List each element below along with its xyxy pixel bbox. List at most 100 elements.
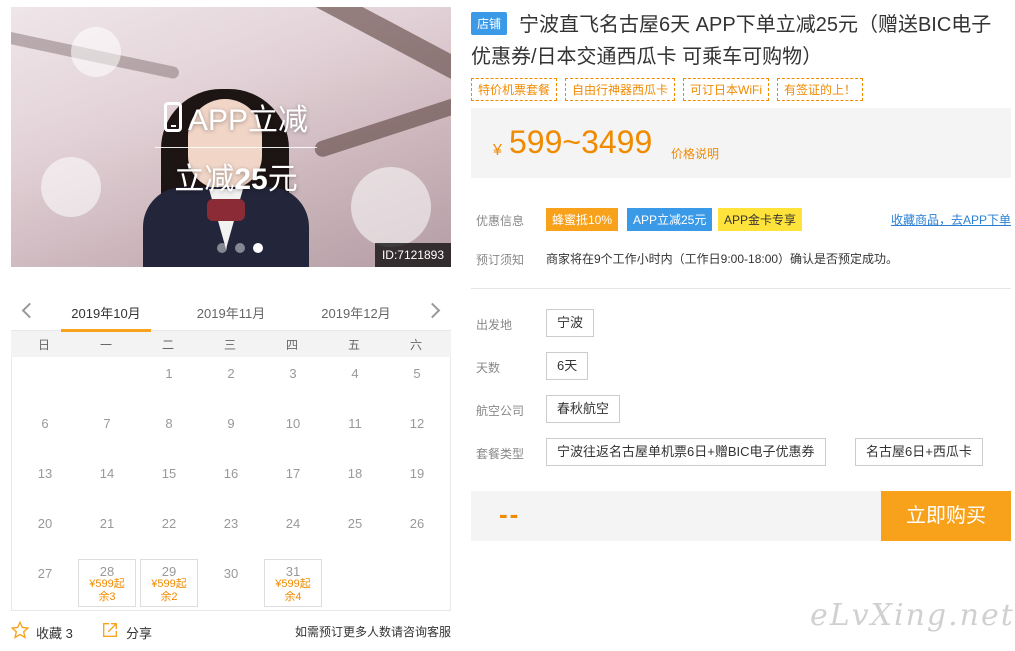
site-watermark: eLvXing.net xyxy=(810,598,1015,633)
calendar-day: 27 xyxy=(16,557,74,605)
calendar-day: 12 xyxy=(388,407,446,455)
calendar-day-number: 26 xyxy=(409,516,425,531)
chevron-left-icon[interactable] xyxy=(17,301,37,321)
gallery-photo-branch xyxy=(212,7,451,84)
promo-amount: 25 xyxy=(234,163,268,196)
tab-month-1[interactable]: 2019年10月 xyxy=(61,303,151,332)
gallery-footer: 收藏 3 分享 如需预订更多人数请咨询客服 xyxy=(11,621,451,641)
calendar-day-number: 5 xyxy=(413,366,421,381)
weekday-label: 四 xyxy=(285,337,298,352)
promo-suffix: 元 xyxy=(267,163,298,196)
favorite-button[interactable]: 收藏 3 xyxy=(36,623,73,642)
feature-tag: 可订日本WiFi xyxy=(683,78,770,101)
calendar-day: 1 xyxy=(140,357,198,405)
slide-dot-2[interactable] xyxy=(235,243,245,253)
buy-now-button[interactable]: 立即购买 xyxy=(881,491,1011,541)
shop-badge[interactable]: 店铺 xyxy=(471,12,508,35)
purchase-bar: -- 立即购买 xyxy=(471,491,1011,541)
feature-tags: 特价机票套餐 自由行神器西瓜卡 可订日本WiFi 有签证的上！ xyxy=(471,78,864,101)
calendar-day-available[interactable]: 31 ¥599起 余4 xyxy=(264,559,322,607)
calendar-day: 14 xyxy=(78,457,136,505)
star-icon[interactable] xyxy=(11,621,29,639)
price-range: 599~3499 xyxy=(509,124,653,160)
calendar-weekday-header: 日 一 二 三 四 五 六 xyxy=(11,331,451,357)
phone-icon xyxy=(163,102,182,132)
calendar-day-number: 4 xyxy=(351,366,359,381)
promo-prefix: 立减 xyxy=(174,163,235,196)
days-label: 天数 xyxy=(476,361,501,375)
calendar-day-number: 19 xyxy=(409,466,425,481)
chevron-right-icon[interactable] xyxy=(425,301,445,321)
calendar-day-available[interactable]: 28 ¥599起 余3 xyxy=(78,559,136,607)
calendar-month-nav: 2019年10月 2019年11月 2019年12月 xyxy=(11,295,451,332)
calendar-grid: 1 2 3 4 5 6 7 8 9 10 11 12 13 14 15 16 17 18 19 20 21 22 23 24 2… xyxy=(11,357,451,611)
airline-option[interactable]: 春秋航空 xyxy=(546,395,621,423)
slide-dot-1[interactable] xyxy=(217,243,227,253)
feature-tag: 自由行神器西瓜卡 xyxy=(565,78,676,101)
share-icon[interactable] xyxy=(101,621,119,639)
app-discount-overlay: APP立减 立减25元 xyxy=(151,95,321,198)
slide-dot-3[interactable] xyxy=(253,243,263,253)
gallery-photo-blossom xyxy=(351,167,431,247)
product-id-badge: ID:7121893 xyxy=(374,243,451,267)
calendar-day: 10 xyxy=(264,407,322,455)
tab-month-3[interactable]: 2019年12月 xyxy=(311,303,401,322)
calendar-day: 30 xyxy=(202,557,260,605)
consult-note: 如需预订更多人数请咨询客服 xyxy=(294,625,451,639)
calendar-day-number: 31 xyxy=(285,564,301,579)
calendar-day-remaining: 余3 xyxy=(98,591,116,603)
total-price: -- xyxy=(499,499,521,529)
booking-notice-label: 预订须知 xyxy=(476,253,525,267)
calendar-day: 18 xyxy=(326,457,384,505)
calendar-day: 4 xyxy=(326,357,384,405)
calendar-day: 8 xyxy=(140,407,198,455)
package-option-2[interactable]: 名古屋6日+西瓜卡 xyxy=(855,438,983,466)
departure-option[interactable]: 宁波 xyxy=(546,309,595,337)
days-option[interactable]: 6天 xyxy=(546,352,589,380)
tab-month-2[interactable]: 2019年11月 xyxy=(186,303,276,322)
calendar-day: 22 xyxy=(140,507,198,555)
calendar-day-number: 11 xyxy=(348,416,362,431)
calendar-day: 7 xyxy=(78,407,136,455)
share-button[interactable]: 分享 xyxy=(126,623,152,642)
calendar-day: 9 xyxy=(202,407,260,455)
calendar-day: 3 xyxy=(264,357,322,405)
departure-calendar: 2019年10月 2019年11月 2019年12月 日 一 二 三 四 五 六… xyxy=(11,295,451,611)
calendar-day-number: 6 xyxy=(41,416,49,431)
favorite-label: 收藏 xyxy=(36,626,63,641)
slide-indicator xyxy=(217,243,263,253)
calendar-day-price: ¥599起 xyxy=(151,578,187,590)
weekday-label: 三 xyxy=(223,337,236,352)
calendar-day-available[interactable]: 29 ¥599起 余2 xyxy=(140,559,198,607)
calendar-day-number: 10 xyxy=(285,416,301,431)
favorite-count: 3 xyxy=(65,626,73,641)
price-note-link[interactable]: 价格说明 xyxy=(671,145,719,162)
package-option-1[interactable]: 宁波往返名古屋单机票6日+赠BIC电子优惠券 xyxy=(546,438,826,466)
calendar-day: 24 xyxy=(264,507,322,555)
offers-label: 优惠信息 xyxy=(476,214,525,228)
calendar-day-number: 28 xyxy=(99,564,115,579)
favorite-app-link[interactable]: 收藏商品，去APP下单 xyxy=(891,211,1011,228)
package-label: 套餐类型 xyxy=(476,447,525,461)
departure-label: 出发地 xyxy=(476,318,513,332)
calendar-day: 21 xyxy=(78,507,136,555)
offer-tag-app: APP立减25元 xyxy=(627,208,713,231)
feature-tag: 特价机票套餐 xyxy=(471,78,558,101)
gallery-photo-blossom xyxy=(71,27,121,77)
airline-label: 航空公司 xyxy=(476,404,525,418)
calendar-day: 17 xyxy=(264,457,322,505)
weekday-label: 日 xyxy=(37,337,50,352)
calendar-day-number: 7 xyxy=(103,416,111,431)
product-title: 宁波直飞名古屋6天 APP下单立减25元（赠送BIC电子优惠券/日本交通西瓜卡 … xyxy=(471,14,992,68)
calendar-day: 15 xyxy=(140,457,198,505)
calendar-day-number: 17 xyxy=(285,466,301,481)
product-gallery[interactable]: APP立减 立减25元 ID:7121893 xyxy=(11,7,451,267)
price-currency: ¥ xyxy=(493,142,502,159)
calendar-day: 2 xyxy=(202,357,260,405)
calendar-day-number: 21 xyxy=(99,516,115,531)
promo-line2: 立减25元 xyxy=(151,154,321,198)
calendar-day-number: 23 xyxy=(223,516,239,531)
calendar-day: 25 xyxy=(326,507,384,555)
calendar-day-number: 3 xyxy=(289,366,297,381)
calendar-day: 20 xyxy=(16,507,74,555)
